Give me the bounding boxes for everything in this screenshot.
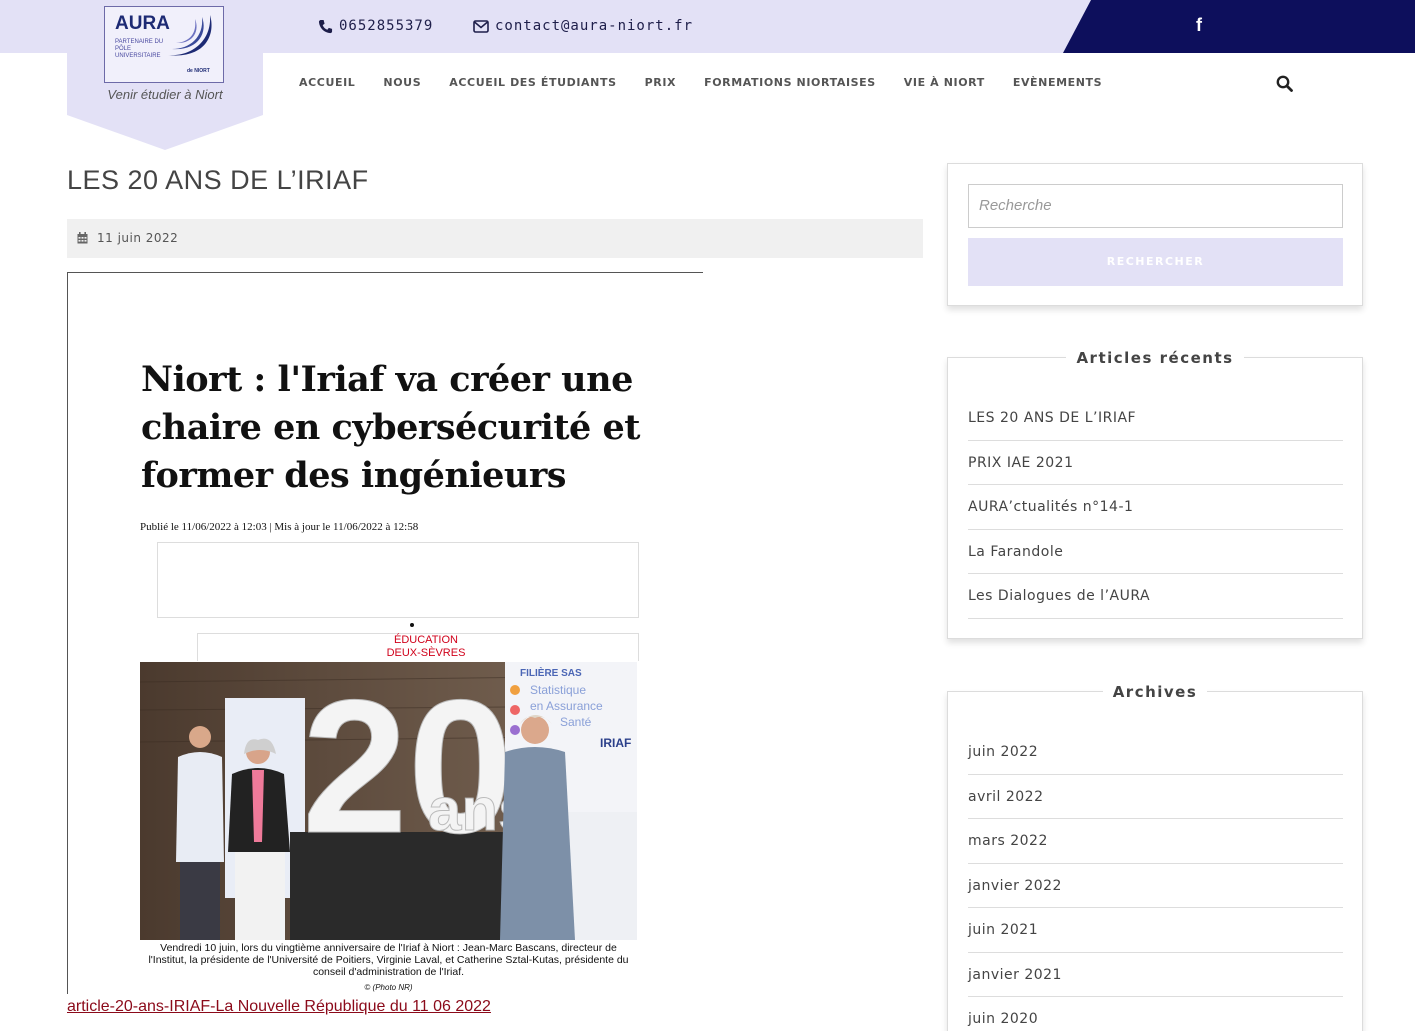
email-contact[interactable]: contact@aura-niort.fr bbox=[473, 18, 693, 34]
photo-banner-3: en Assurance bbox=[530, 699, 603, 713]
clipping-credit: © (Photo NR) bbox=[364, 983, 413, 992]
site-logo[interactable]: AURA PARTENAIRE DU PÔLE UNIVERSITAIRE de… bbox=[104, 6, 224, 83]
clipping-category-2: DEUX-SÈVRES bbox=[386, 647, 466, 659]
attachment-link[interactable]: article-20-ans-IRIAF-La Nouvelle Républi… bbox=[67, 998, 491, 1016]
recent-post-item[interactable]: Les Dialogues de l’AURA bbox=[968, 574, 1343, 619]
recent-post-item[interactable]: AURA’ctualités n°14-1 bbox=[968, 485, 1343, 530]
recent-post-item[interactable]: PRIX IAE 2021 bbox=[968, 441, 1343, 485]
envelope-icon bbox=[473, 19, 489, 33]
clipping-category-1: ÉDUCATION bbox=[394, 634, 458, 646]
post-meta: 11 juin 2022 bbox=[67, 219, 923, 258]
clipping-ad-box bbox=[157, 542, 639, 618]
clipping-headline: Niort : l'Iriaf va créer une chaire en c… bbox=[141, 359, 640, 496]
photo-banner-4: Santé bbox=[560, 715, 592, 729]
clipping-photo: 20 ans FILIÈRE SAS Statistique en Assura… bbox=[140, 662, 637, 940]
archive-item[interactable]: avril 2022 bbox=[968, 775, 1343, 819]
photo-banner-1: FILIÈRE SAS bbox=[520, 666, 582, 679]
recent-post-item[interactable]: La Farandole bbox=[968, 530, 1343, 574]
archives-list: juin 2022 avril 2022 mars 2022 janvier 2… bbox=[968, 730, 1343, 1031]
post-date: 11 juin 2022 bbox=[97, 231, 179, 245]
archives-widget: Archives juin 2022 avril 2022 mars 2022 … bbox=[947, 683, 1363, 1031]
main-nav: ACCUEIL NOUS ACCUEIL DES ÉTUDIANTS PRIX … bbox=[299, 76, 1102, 89]
recent-posts-widget: Articles récents LES 20 ANS DE L’IRIAF P… bbox=[947, 349, 1363, 639]
logo-subtitle: PARTENAIRE DU PÔLE UNIVERSITAIRE bbox=[115, 39, 164, 59]
clipping-caption: Vendredi 10 juin, lors du vingtième anni… bbox=[148, 942, 629, 978]
clipping-published: Publié le 11/06/2022 à 12:03 | Mis à jou… bbox=[140, 521, 419, 533]
sidebar-search-button[interactable]: RECHERCHER bbox=[968, 238, 1343, 286]
nav-formations[interactable]: FORMATIONS NIORTAISES bbox=[704, 76, 876, 89]
nav-vie-a-niort[interactable]: VIE À NIORT bbox=[904, 76, 985, 89]
phone-number[interactable]: 0652855379 bbox=[339, 18, 433, 34]
nav-accueil[interactable]: ACCUEIL bbox=[299, 76, 355, 89]
person-left bbox=[176, 726, 224, 940]
search-icon[interactable] bbox=[1276, 75, 1293, 92]
nav-evenements[interactable]: EVÈNEMENTS bbox=[1013, 76, 1102, 89]
search-widget: Recherche RECHERCHER bbox=[947, 163, 1363, 306]
archive-item[interactable]: juin 2020 bbox=[968, 997, 1343, 1031]
logo-city-mark: de NIORT bbox=[187, 68, 210, 74]
post-title: LES 20 ANS DE L’IRIAF bbox=[67, 165, 369, 195]
archive-item[interactable]: juin 2021 bbox=[968, 908, 1343, 953]
archive-item[interactable]: janvier 2021 bbox=[968, 953, 1343, 997]
facebook-icon[interactable]: f bbox=[1196, 15, 1202, 36]
photo-illustration: 20 ans FILIÈRE SAS Statistique en Assura… bbox=[140, 662, 637, 940]
recent-posts-title-wrap: Articles récents bbox=[948, 349, 1362, 368]
site-tagline: Venir étudier à Niort bbox=[107, 87, 223, 102]
social-bar bbox=[1063, 0, 1415, 53]
recent-posts-list: LES 20 ANS DE L’IRIAF PRIX IAE 2021 AURA… bbox=[968, 396, 1343, 619]
sidebar-search-input[interactable]: Recherche bbox=[968, 184, 1343, 228]
clipping-bullet bbox=[410, 623, 414, 627]
photo-banner-2: Statistique bbox=[530, 683, 586, 697]
nav-prix[interactable]: PRIX bbox=[645, 76, 677, 89]
nav-nous[interactable]: NOUS bbox=[383, 76, 421, 89]
archive-item[interactable]: janvier 2022 bbox=[968, 864, 1343, 908]
email-address[interactable]: contact@aura-niort.fr bbox=[495, 18, 693, 34]
archives-title: Archives bbox=[1102, 683, 1208, 701]
archives-title-wrap: Archives bbox=[948, 683, 1362, 702]
recent-posts-title: Articles récents bbox=[1066, 349, 1244, 367]
phone-icon bbox=[318, 19, 333, 33]
phone-contact[interactable]: 0652855379 bbox=[318, 18, 433, 34]
archive-item[interactable]: mars 2022 bbox=[968, 819, 1343, 864]
recent-post-item[interactable]: LES 20 ANS DE L’IRIAF bbox=[968, 396, 1343, 441]
photo-banner-5: IRIAF bbox=[600, 736, 631, 750]
clipping-category: ÉDUCATION DEUX-SÈVRES bbox=[197, 634, 655, 660]
calendar-icon bbox=[77, 232, 88, 244]
nav-accueil-etudiants[interactable]: ACCUEIL DES ÉTUDIANTS bbox=[449, 76, 616, 89]
archive-item[interactable]: juin 2022 bbox=[968, 730, 1343, 775]
